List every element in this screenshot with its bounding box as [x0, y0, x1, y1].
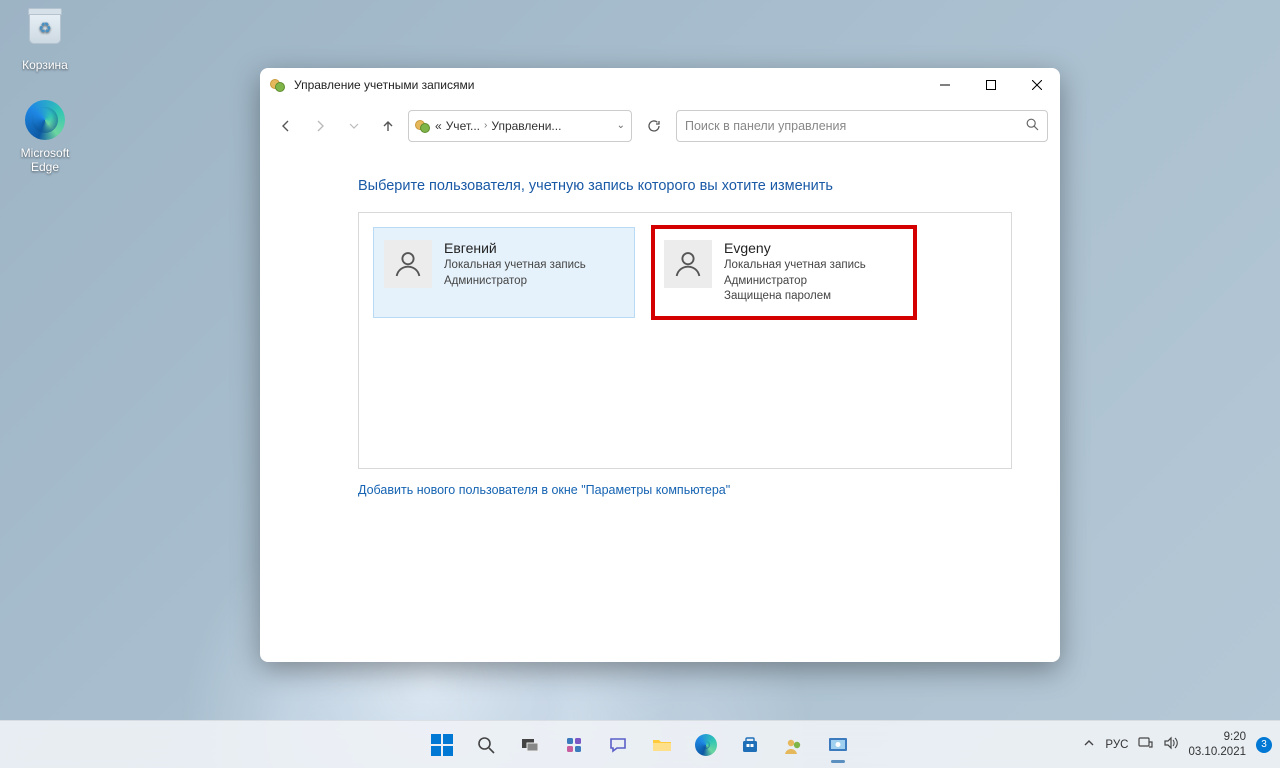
taskbar: РУС 9:20 03.10.2021 3: [0, 720, 1280, 768]
maximize-button[interactable]: [968, 68, 1014, 102]
breadcrumb-seg1[interactable]: Учет...: [446, 119, 480, 133]
minimize-button[interactable]: [922, 68, 968, 102]
avatar-icon: [384, 240, 432, 288]
back-button[interactable]: [272, 112, 300, 140]
user-password-status: Защищена паролем: [724, 289, 866, 305]
widgets-button[interactable]: [554, 725, 594, 765]
input-language[interactable]: РУС: [1105, 739, 1128, 751]
taskbar-center: [422, 725, 858, 765]
nav-bar: « Учет... › Управлени... ⌄: [260, 102, 1060, 150]
search-icon[interactable]: [1026, 118, 1039, 134]
breadcrumb-lead: «: [435, 119, 442, 133]
forward-button[interactable]: [306, 112, 334, 140]
address-bar[interactable]: « Учет... › Управлени... ⌄: [408, 110, 632, 142]
taskbar-app-control-panel[interactable]: [818, 725, 858, 765]
window-title: Управление учетными записями: [294, 78, 922, 92]
system-tray: РУС 9:20 03.10.2021 3: [1083, 730, 1272, 759]
breadcrumb-seg2[interactable]: Управлени...: [491, 119, 561, 133]
close-button[interactable]: [1014, 68, 1060, 102]
user-accounts-icon: [415, 118, 431, 134]
edge-icon: [695, 734, 717, 756]
start-button[interactable]: [422, 725, 462, 765]
control-panel-window: Управление учетными записями « Учет... ›…: [260, 68, 1060, 662]
user-tile-evgeny[interactable]: Evgeny Локальная учетная запись Админист…: [653, 227, 915, 318]
task-view-button[interactable]: [510, 725, 550, 765]
user-name: Евгений: [444, 240, 586, 256]
content-area: Выберите пользователя, учетную запись ко…: [260, 150, 1060, 662]
network-icon[interactable]: [1138, 736, 1153, 753]
clock-time: 9:20: [1188, 730, 1246, 744]
file-explorer-button[interactable]: [642, 725, 682, 765]
user-role: Администратор: [724, 274, 866, 290]
chevron-down-icon[interactable]: ⌄: [617, 120, 625, 131]
user-type: Локальная учетная запись: [444, 258, 586, 274]
title-bar[interactable]: Управление учетными записями: [260, 68, 1060, 102]
chevron-right-icon: ›: [484, 120, 487, 131]
recycle-bin-icon: [29, 12, 61, 44]
desktop-icon-recycle-bin[interactable]: Корзина: [8, 6, 82, 72]
user-accounts-icon: [270, 77, 286, 93]
clock-date: 03.10.2021: [1188, 745, 1246, 759]
tray-overflow-button[interactable]: [1083, 737, 1095, 752]
volume-icon[interactable]: [1163, 736, 1178, 753]
notification-badge[interactable]: 3: [1256, 737, 1272, 753]
windows-logo-icon: [431, 734, 453, 756]
edge-button[interactable]: [686, 725, 726, 765]
user-role: Администратор: [444, 274, 586, 290]
up-button[interactable]: [374, 112, 402, 140]
chat-button[interactable]: [598, 725, 638, 765]
taskbar-app-lusrmgr[interactable]: [774, 725, 814, 765]
refresh-button[interactable]: [638, 110, 670, 142]
edge-icon: [25, 100, 65, 140]
store-button[interactable]: [730, 725, 770, 765]
user-name: Evgeny: [724, 240, 866, 256]
desktop-icon-edge[interactable]: Microsoft Edge: [8, 100, 82, 174]
taskbar-clock[interactable]: 9:20 03.10.2021: [1188, 730, 1246, 759]
search-box[interactable]: [676, 110, 1048, 142]
add-user-link[interactable]: Добавить нового пользователя в окне "Пар…: [358, 483, 730, 497]
recycle-bin-label: Корзина: [8, 58, 82, 72]
edge-label: Microsoft Edge: [8, 146, 82, 174]
recent-locations-button[interactable]: [340, 112, 368, 140]
avatar-icon: [664, 240, 712, 288]
taskbar-search-button[interactable]: [466, 725, 506, 765]
user-type: Локальная учетная запись: [724, 258, 866, 274]
user-tile-evgeniy[interactable]: Евгений Локальная учетная запись Админис…: [373, 227, 635, 318]
page-heading: Выберите пользователя, учетную запись ко…: [358, 178, 1012, 194]
search-input[interactable]: [685, 119, 1026, 133]
user-list: Евгений Локальная учетная запись Админис…: [358, 212, 1012, 469]
